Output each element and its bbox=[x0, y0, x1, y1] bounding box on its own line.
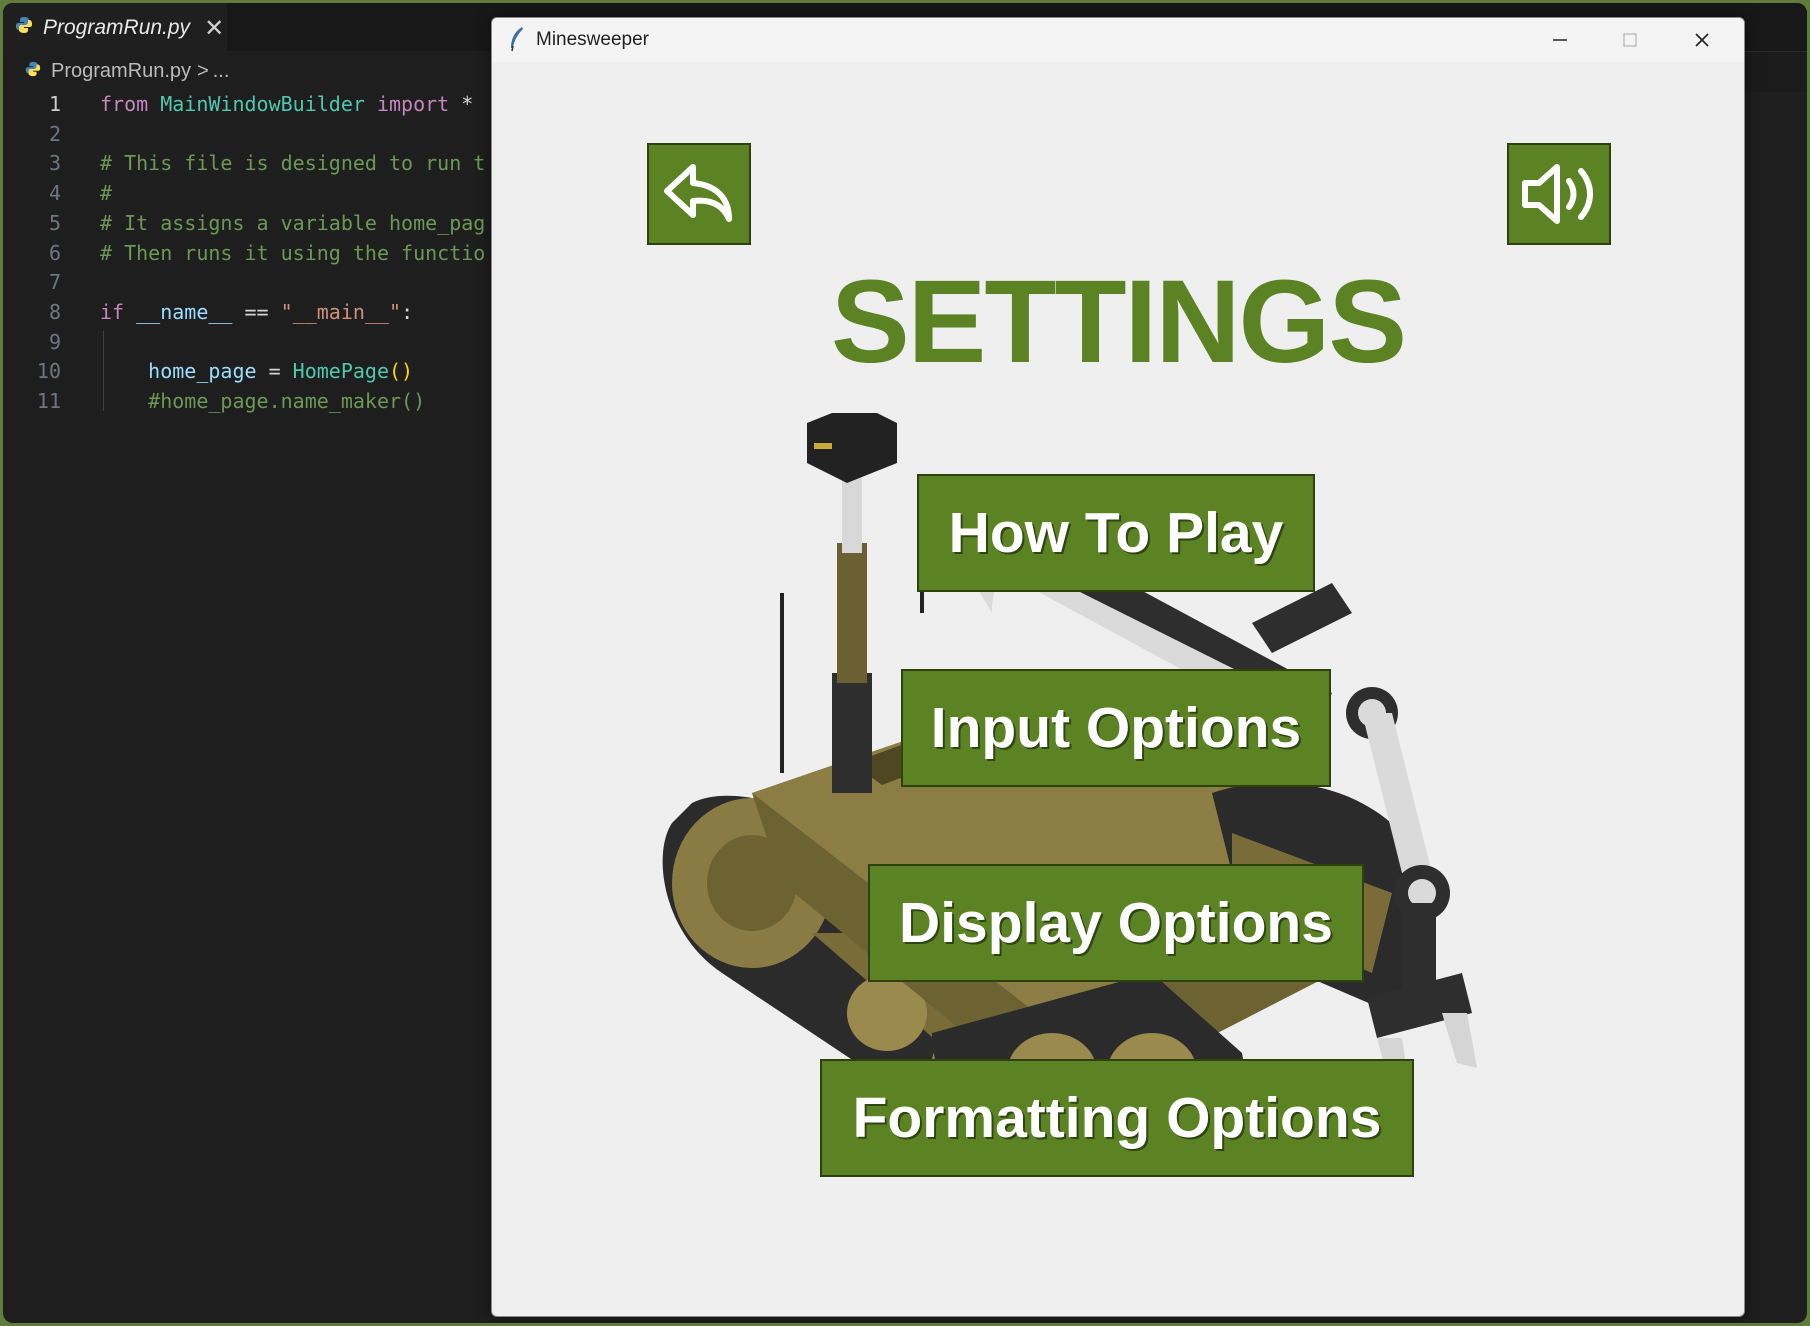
code-token: () bbox=[389, 359, 414, 384]
settings-heading: SETTINGS bbox=[830, 256, 1407, 388]
window-titlebar[interactable]: Minesweeper bbox=[492, 18, 1744, 62]
feather-icon bbox=[508, 26, 526, 56]
breadcrumb-symbols[interactable]: ... bbox=[213, 60, 230, 83]
code-line[interactable]: 9 bbox=[3, 327, 61, 357]
tab-label: ProgramRun.py bbox=[43, 16, 191, 39]
code-text: # Then runs it using the functio bbox=[100, 238, 485, 268]
maximize-button[interactable] bbox=[1600, 22, 1660, 58]
code-token: # It assigns a variable home_pag bbox=[100, 210, 486, 235]
code-token: "__main__" bbox=[280, 299, 402, 324]
code-text: # bbox=[100, 178, 112, 208]
code-line[interactable]: 1 from MainWindowBuilder import * bbox=[3, 89, 473, 119]
code-line[interactable]: 10 home_page = HomePage() bbox=[3, 356, 413, 386]
python-file-icon bbox=[25, 60, 41, 83]
line-number: 6 bbox=[48, 240, 61, 265]
back-button[interactable] bbox=[647, 143, 751, 245]
display-options-button[interactable]: Display Options bbox=[868, 864, 1364, 982]
minimize-button[interactable] bbox=[1530, 22, 1590, 58]
code-line[interactable]: 5 # It assigns a variable home_pag bbox=[3, 208, 485, 238]
breadcrumb-file[interactable]: ProgramRun.py bbox=[51, 60, 191, 83]
code-text: home_page = HomePage() bbox=[100, 356, 413, 386]
window-title: Minesweeper bbox=[536, 29, 649, 50]
code-text: # This file is designed to run t bbox=[100, 148, 485, 178]
code-token: from bbox=[100, 92, 149, 116]
back-arrow-icon bbox=[664, 164, 732, 222]
tab-close-icon[interactable]: ✕ bbox=[204, 14, 224, 43]
line-number: 7 bbox=[48, 270, 61, 295]
how-to-play-button[interactable]: How To Play bbox=[917, 474, 1315, 592]
code-line[interactable]: 4 # bbox=[3, 178, 112, 208]
desktop-screen: ProgramRun.py ✕ ProgramRun.py > ... 1 fro… bbox=[3, 3, 1807, 1323]
code-text: #home_page.name_maker() bbox=[100, 386, 425, 416]
editor-tab[interactable]: ProgramRun.py ✕ bbox=[3, 3, 227, 53]
code-token: HomePage bbox=[292, 359, 389, 384]
code-line[interactable]: 11 #home_page.name_maker() bbox=[3, 386, 425, 416]
code-token: == bbox=[232, 299, 281, 324]
line-number: 3 bbox=[48, 151, 61, 176]
code-token: # bbox=[100, 181, 113, 206]
code-line[interactable]: 3 # This file is designed to run t bbox=[3, 148, 485, 178]
minesweeper-window: Minesweeper SETTINGS How To Play Input O… bbox=[491, 17, 1745, 1317]
code-token: home_page bbox=[148, 359, 257, 384]
line-number: 9 bbox=[48, 329, 61, 354]
line-number: 1 bbox=[48, 92, 61, 116]
line-number: 4 bbox=[48, 181, 61, 206]
close-window-button[interactable] bbox=[1672, 22, 1732, 58]
code-token: import bbox=[376, 92, 450, 116]
code-token: #home_page.name_maker() bbox=[148, 389, 426, 413]
code-token: MainWindowBuilder bbox=[160, 92, 365, 116]
line-number: 11 bbox=[36, 389, 61, 413]
formatting-options-button[interactable]: Formatting Options bbox=[820, 1059, 1414, 1177]
speaker-volume-icon bbox=[1522, 164, 1593, 224]
line-number: 10 bbox=[36, 359, 61, 384]
code-token: : bbox=[401, 299, 414, 324]
code-token: # This file is designed to run t bbox=[100, 151, 486, 176]
editor-minimap-strip bbox=[1741, 51, 1807, 92]
indent-guide bbox=[103, 331, 104, 411]
code-line[interactable]: 7 bbox=[3, 267, 61, 297]
python-file-icon bbox=[15, 16, 33, 40]
line-number: 8 bbox=[48, 299, 61, 324]
input-options-button[interactable]: Input Options bbox=[901, 669, 1331, 787]
code-text: # It assigns a variable home_pag bbox=[100, 208, 485, 238]
code-token: if bbox=[100, 299, 125, 324]
code-token: = bbox=[256, 359, 293, 384]
code-text: from MainWindowBuilder import * bbox=[100, 89, 473, 119]
code-line[interactable]: 6 # Then runs it using the functio bbox=[3, 238, 485, 268]
code-token: * bbox=[449, 92, 474, 116]
line-number: 5 bbox=[48, 210, 61, 235]
code-text: if __name__ == "__main__": bbox=[100, 297, 413, 327]
line-number: 2 bbox=[48, 121, 61, 146]
code-line[interactable]: 8 if __name__ == "__main__": bbox=[3, 297, 413, 327]
breadcrumb-separator: > bbox=[197, 59, 209, 82]
code-line[interactable]: 2 bbox=[3, 119, 61, 149]
code-token: __name__ bbox=[136, 299, 233, 324]
code-token: # Then runs it using the functio bbox=[100, 240, 486, 265]
sound-toggle-button[interactable] bbox=[1507, 143, 1611, 245]
